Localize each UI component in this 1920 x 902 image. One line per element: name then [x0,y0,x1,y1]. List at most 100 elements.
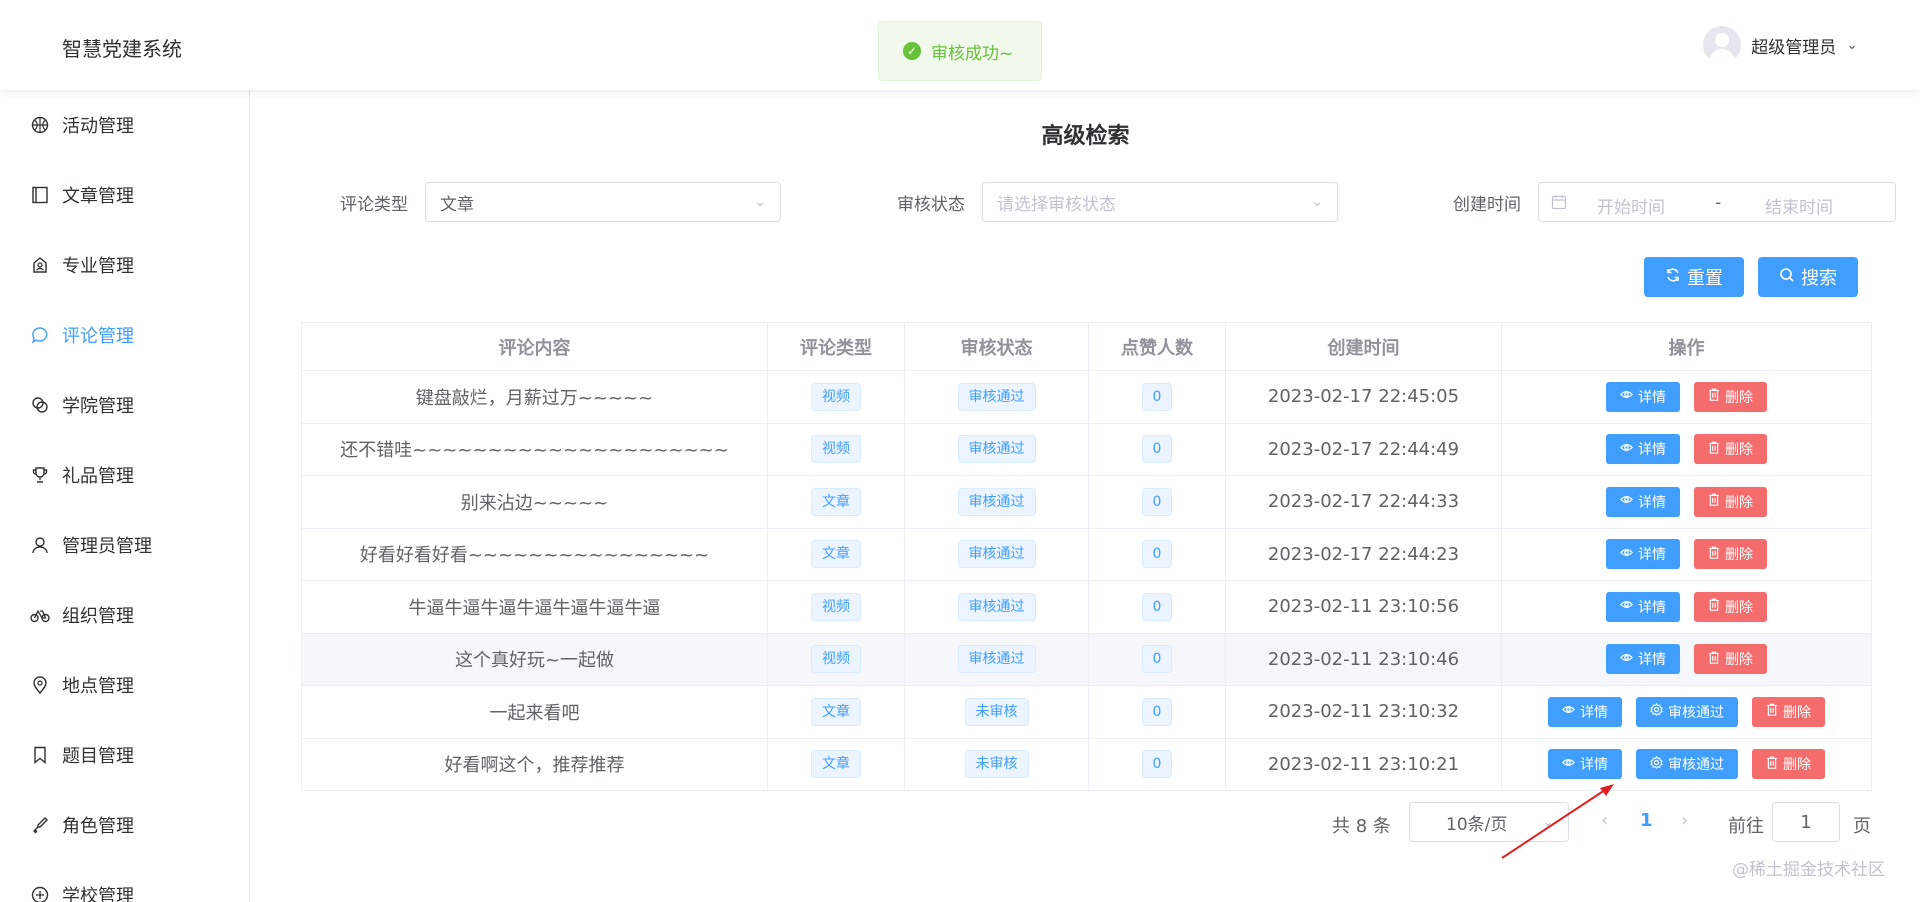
main-content: 高级检索 评论类型 文章 ⌄ 审核状态 请选择审核状态 ⌄ 创建时间 开始时间 … [251,90,1920,902]
delete-button[interactable]: 删除 [1694,486,1767,517]
created-time-cell: 2023-02-11 23:10:21 [1225,737,1502,791]
detail-label: 详情 [1638,599,1666,616]
table-row: 这个真好玩~一起做 视频 审核通过 0 2023-02-11 23:10:46 … [301,632,1872,686]
sidebar-item[interactable]: 地点管理 [0,650,249,720]
sidebar-item[interactable]: 学院管理 [0,370,249,440]
page-size-select[interactable]: 10条/页 ⌄ [1409,802,1569,842]
table-row: 好看啊这个，推荐推荐 文章 未审核 0 2023-02-11 23:10:21 … [301,737,1872,791]
comment-type-cell: 文章 [767,685,905,739]
gear-icon [1650,755,1663,773]
sidebar-item[interactable]: 活动管理 [0,90,249,160]
bookmark-icon [30,745,50,765]
delete-button[interactable]: 删除 [1694,539,1767,570]
sidebar-item-label: 礼品管理 [62,466,134,487]
goto-page-input[interactable] [1772,802,1840,842]
next-page-button[interactable]: › [1681,810,1688,831]
likes-tag: 0 [1141,540,1173,569]
row-actions: 详情 删除 [1502,591,1871,622]
detail-button[interactable]: 详情 [1548,749,1622,780]
search-button[interactable]: 搜索 [1758,257,1858,297]
created-time-cell: 2023-02-17 22:44:49 [1225,422,1502,476]
row-actions: 详情 删除 [1502,539,1871,570]
detail-button[interactable]: 详情 [1606,434,1680,465]
delete-button[interactable]: 删除 [1694,381,1767,412]
likes-tag: 0 [1141,697,1173,726]
avatar [1703,26,1742,64]
sidebar-item[interactable]: 文章管理 [0,160,249,230]
detail-button[interactable]: 详情 [1606,539,1680,570]
user-menu[interactable]: 超级管理员 ⌄ [1703,26,1858,64]
likes-cell: 0 [1088,475,1226,529]
detail-label: 详情 [1580,757,1608,774]
sidebar-item[interactable]: 礼品管理 [0,440,249,510]
detail-button[interactable]: 详情 [1606,486,1680,517]
comment-type-select[interactable]: 文章 ⌄ [425,182,781,222]
eye-icon [1561,703,1576,720]
column-header: 评论内容 [301,322,768,371]
sidebar-item[interactable]: 角色管理 [0,790,249,860]
review-status-cell: 审核通过 [904,422,1089,476]
page-size-value: 10条/页 [1446,814,1508,835]
approve-button[interactable]: 审核通过 [1636,749,1738,780]
start-date-input[interactable]: 开始时间 [1597,193,1665,218]
chevron-down-icon: ⌄ [1542,814,1554,830]
detail-button[interactable]: 详情 [1606,381,1680,412]
actions-cell: 详情 审核通过 删除 [1501,685,1872,739]
location-icon [30,675,50,695]
detail-button[interactable]: 详情 [1548,696,1622,727]
sidebar-item[interactable]: 学校管理 [0,860,249,902]
delete-label: 删除 [1725,652,1753,669]
end-date-input[interactable]: 结束时间 [1765,193,1833,218]
sidebar-item[interactable]: 专业管理 [0,230,249,300]
sidebar-item[interactable]: 评论管理 [0,300,249,370]
delete-button[interactable]: 删除 [1752,749,1825,780]
eye-icon [1561,756,1576,773]
reset-button[interactable]: 重置 [1644,257,1744,297]
delete-button[interactable]: 删除 [1694,434,1767,465]
date-range-picker[interactable]: 开始时间 - 结束时间 [1538,182,1896,222]
watermark: @稀土掘金技术社区 [1732,860,1885,880]
review-status-cell: 审核通过 [904,475,1089,529]
sidebar-item-label: 专业管理 [62,256,134,277]
pagination-total: 共 8 条 [1332,816,1391,837]
actions-cell: 详情 删除 [1501,370,1872,424]
delete-label: 删除 [1725,494,1753,511]
sidebar-item-label: 管理员管理 [62,536,152,557]
review-status-select[interactable]: 请选择审核状态 ⌄ [982,182,1338,222]
review-status-tag: 未审核 [964,697,1029,726]
page-title: 高级检索 [1041,124,1130,149]
approve-button[interactable]: 审核通过 [1636,696,1738,727]
calendar-icon [1551,194,1567,214]
actions-cell: 详情 删除 [1501,580,1872,634]
detail-label: 详情 [1638,652,1666,669]
detail-button[interactable]: 详情 [1606,591,1680,622]
detail-label: 详情 [1638,389,1666,406]
likes-tag: 0 [1141,435,1173,464]
actions-cell: 详情 删除 [1501,475,1872,529]
trash-icon [1708,651,1720,668]
detail-button[interactable]: 详情 [1606,644,1680,675]
delete-button[interactable]: 删除 [1694,644,1767,675]
chevron-down-icon: ⌄ [1311,194,1323,210]
table-row: 别来沾边~~~~~ 文章 审核通过 0 2023-02-17 22:44:33 … [301,475,1872,529]
row-actions: 详情 审核通过 删除 [1502,696,1871,727]
table-row: 牛逼牛逼牛逼牛逼牛逼牛逼牛逼 视频 审核通过 0 2023-02-11 23:1… [301,580,1872,634]
comment-type-tag: 文章 [811,487,861,516]
sidebar-item[interactable]: 管理员管理 [0,510,249,580]
comment-type-cell: 文章 [767,475,905,529]
prev-page-button[interactable]: ‹ [1601,810,1608,831]
delete-button[interactable]: 删除 [1694,591,1767,622]
sidebar-item[interactable]: 组织管理 [0,580,249,650]
trash-icon [1766,703,1778,720]
trash-icon [1708,493,1720,510]
page-number-1[interactable]: 1 [1640,810,1653,831]
created-time-cell: 2023-02-17 22:45:05 [1225,370,1502,424]
review-status-label: 审核状态 [897,195,965,215]
actions-cell: 详情 删除 [1501,632,1872,686]
delete-label: 删除 [1725,442,1753,459]
sidebar-item[interactable]: 题目管理 [0,720,249,790]
table-row: 键盘敲烂，月薪过万~~~~~ 视频 审核通过 0 2023-02-17 22:4… [301,370,1872,424]
delete-button[interactable]: 删除 [1752,696,1825,727]
created-time-label: 创建时间 [1453,195,1521,215]
comment-type-tag: 文章 [811,697,861,726]
